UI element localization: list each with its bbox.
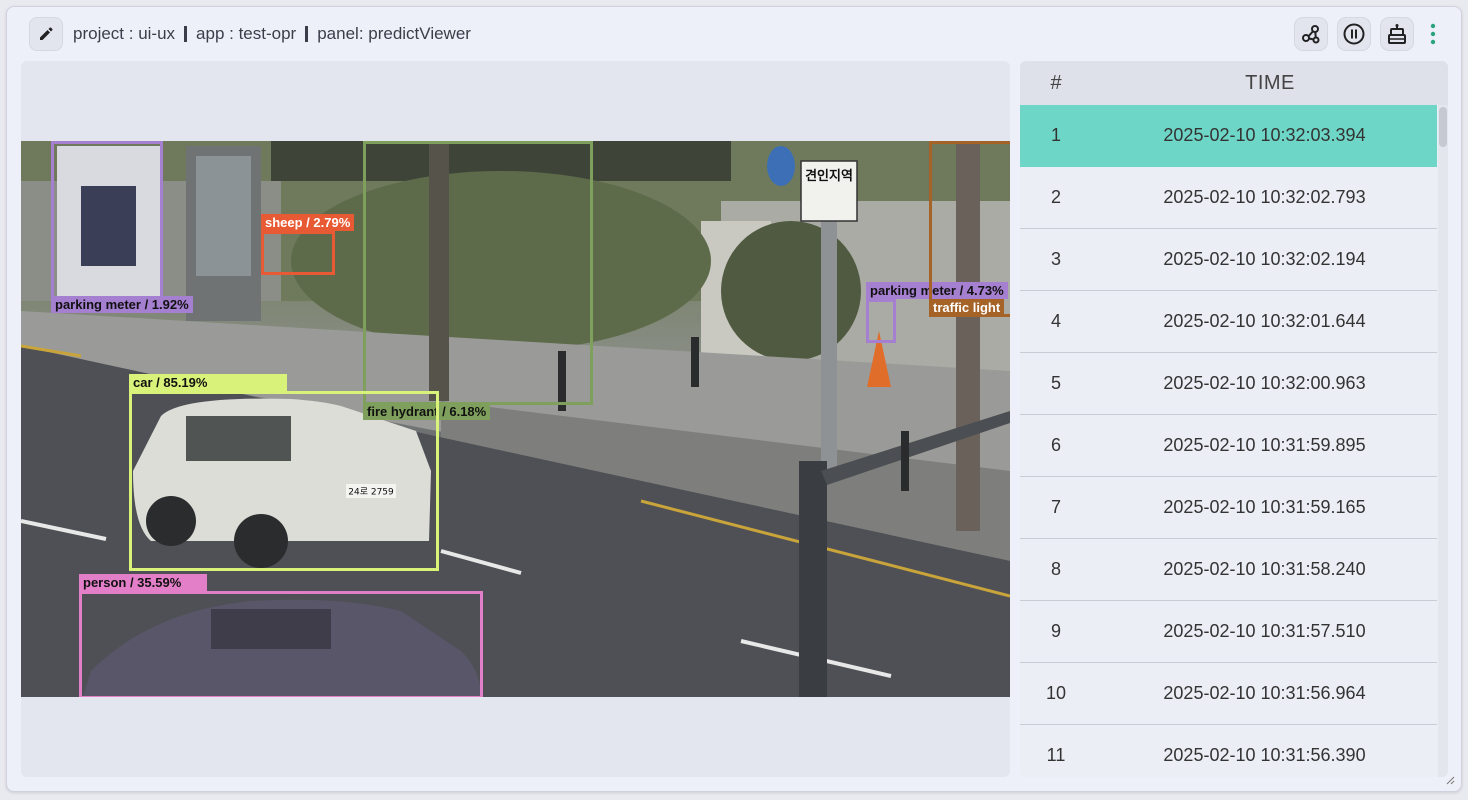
table-header: # TIME [1020, 61, 1448, 105]
detection-box[interactable] [51, 141, 163, 299]
row-time: 2025-02-10 10:32:03.394 [1163, 125, 1366, 145]
model-button[interactable] [1380, 17, 1414, 51]
detection-label: traffic light [929, 299, 1005, 316]
graph-button[interactable] [1294, 17, 1328, 51]
camera-frame[interactable]: 견인지역 24로 2759 parking meter / 1.92% shee… [21, 141, 1010, 697]
edit-button[interactable] [29, 17, 63, 51]
row-time: 2025-02-10 10:31:56.390 [1163, 745, 1366, 765]
row-index: 2 [1050, 187, 1061, 207]
graph-nodes-icon [1302, 25, 1320, 44]
row-index: 3 [1050, 249, 1061, 269]
column-header-time[interactable]: TIME [1092, 72, 1448, 95]
column-header-index[interactable]: # [1020, 72, 1092, 95]
table-row[interactable]: 6 2025-02-10 10:31:59.895 [1020, 415, 1437, 477]
row-time: 2025-02-10 10:32:02.793 [1163, 187, 1366, 207]
breadcrumb-separator [305, 26, 309, 42]
more-vertical-icon [1430, 23, 1436, 45]
row-index: 6 [1050, 435, 1061, 455]
detection-label: parking meter / 1.92% [51, 296, 193, 313]
table-scrollbar[interactable] [1438, 105, 1448, 777]
more-options-button[interactable] [1423, 17, 1443, 51]
row-index: 1 [1050, 125, 1061, 145]
table-row[interactable]: 1 2025-02-10 10:32:03.394 [1020, 105, 1437, 167]
breadcrumb-project[interactable]: project : ui-ux [73, 24, 175, 44]
breadcrumb-app[interactable]: app : test-opr [196, 24, 296, 44]
table-row[interactable]: 5 2025-02-10 10:32:00.963 [1020, 353, 1437, 415]
breadcrumb-separator [184, 26, 188, 42]
prediction-table: # TIME 1 2025-02-10 10:32:03.394 2 2025-02… [1020, 61, 1448, 777]
row-time: 2025-02-10 10:31:56.964 [1163, 683, 1366, 703]
row-time: 2025-02-10 10:31:58.240 [1163, 559, 1366, 579]
road-sign-text: 견인지역 [805, 168, 853, 184]
toolbar [1294, 17, 1443, 51]
pencil-icon [40, 27, 53, 40]
detection-box[interactable] [261, 231, 335, 275]
row-time: 2025-02-10 10:32:01.644 [1163, 311, 1366, 331]
table-row[interactable]: 4 2025-02-10 10:32:01.644 [1020, 291, 1437, 353]
row-index: 5 [1050, 373, 1061, 393]
table-row[interactable]: 7 2025-02-10 10:31:59.165 [1020, 477, 1437, 539]
breadcrumb-panel[interactable]: panel: predictViewer [317, 24, 471, 44]
breadcrumb: project : ui-ux app : test-opr panel: pr… [73, 23, 471, 45]
row-time: 2025-02-10 10:32:00.963 [1163, 373, 1366, 393]
detection-box[interactable] [929, 141, 1010, 317]
row-time: 2025-02-10 10:31:59.895 [1163, 435, 1366, 455]
table-row[interactable]: 2 2025-02-10 10:32:02.793 [1020, 167, 1437, 229]
detection-box[interactable] [79, 591, 483, 697]
detection-box[interactable] [129, 391, 439, 571]
row-index: 10 [1045, 683, 1067, 703]
robot-icon [1388, 24, 1406, 44]
row-time: 2025-02-10 10:31:59.165 [1163, 497, 1366, 517]
detection-box[interactable] [866, 299, 896, 343]
table-row[interactable]: 8 2025-02-10 10:31:58.240 [1020, 539, 1437, 601]
detection-label: sheep / 2.79% [261, 214, 355, 231]
detection-label: person / 35.59% [79, 574, 207, 591]
detection-label: car / 85.19% [129, 374, 287, 391]
table-row[interactable]: 10 2025-02-10 10:31:56.964 [1020, 663, 1437, 725]
scrollbar-thumb[interactable] [1439, 107, 1447, 147]
row-index: 9 [1050, 621, 1061, 641]
table-row[interactable]: 3 2025-02-10 10:32:02.194 [1020, 229, 1437, 291]
pause-button[interactable] [1337, 17, 1371, 51]
resize-handle-icon[interactable] [1445, 775, 1455, 785]
row-time: 2025-02-10 10:31:57.510 [1163, 621, 1366, 641]
row-index: 8 [1050, 559, 1061, 579]
predict-viewer-panel: project : ui-ux app : test-opr panel: pr… [6, 6, 1462, 792]
table-row[interactable]: 9 2025-02-10 10:31:57.510 [1020, 601, 1437, 663]
table-body: 1 2025-02-10 10:32:03.394 2 2025-02-10 10:… [1020, 105, 1448, 777]
row-index: 4 [1050, 311, 1061, 331]
pause-icon [1343, 23, 1365, 45]
row-index: 7 [1050, 497, 1061, 517]
detection-box[interactable] [363, 141, 593, 405]
row-index: 11 [1046, 745, 1066, 765]
table-row[interactable]: 11 2025-02-10 10:31:56.390 [1020, 725, 1437, 777]
row-time: 2025-02-10 10:32:02.194 [1163, 249, 1366, 269]
prediction-viewer: 견인지역 24로 2759 parking meter / 1.92% shee… [21, 61, 1010, 777]
